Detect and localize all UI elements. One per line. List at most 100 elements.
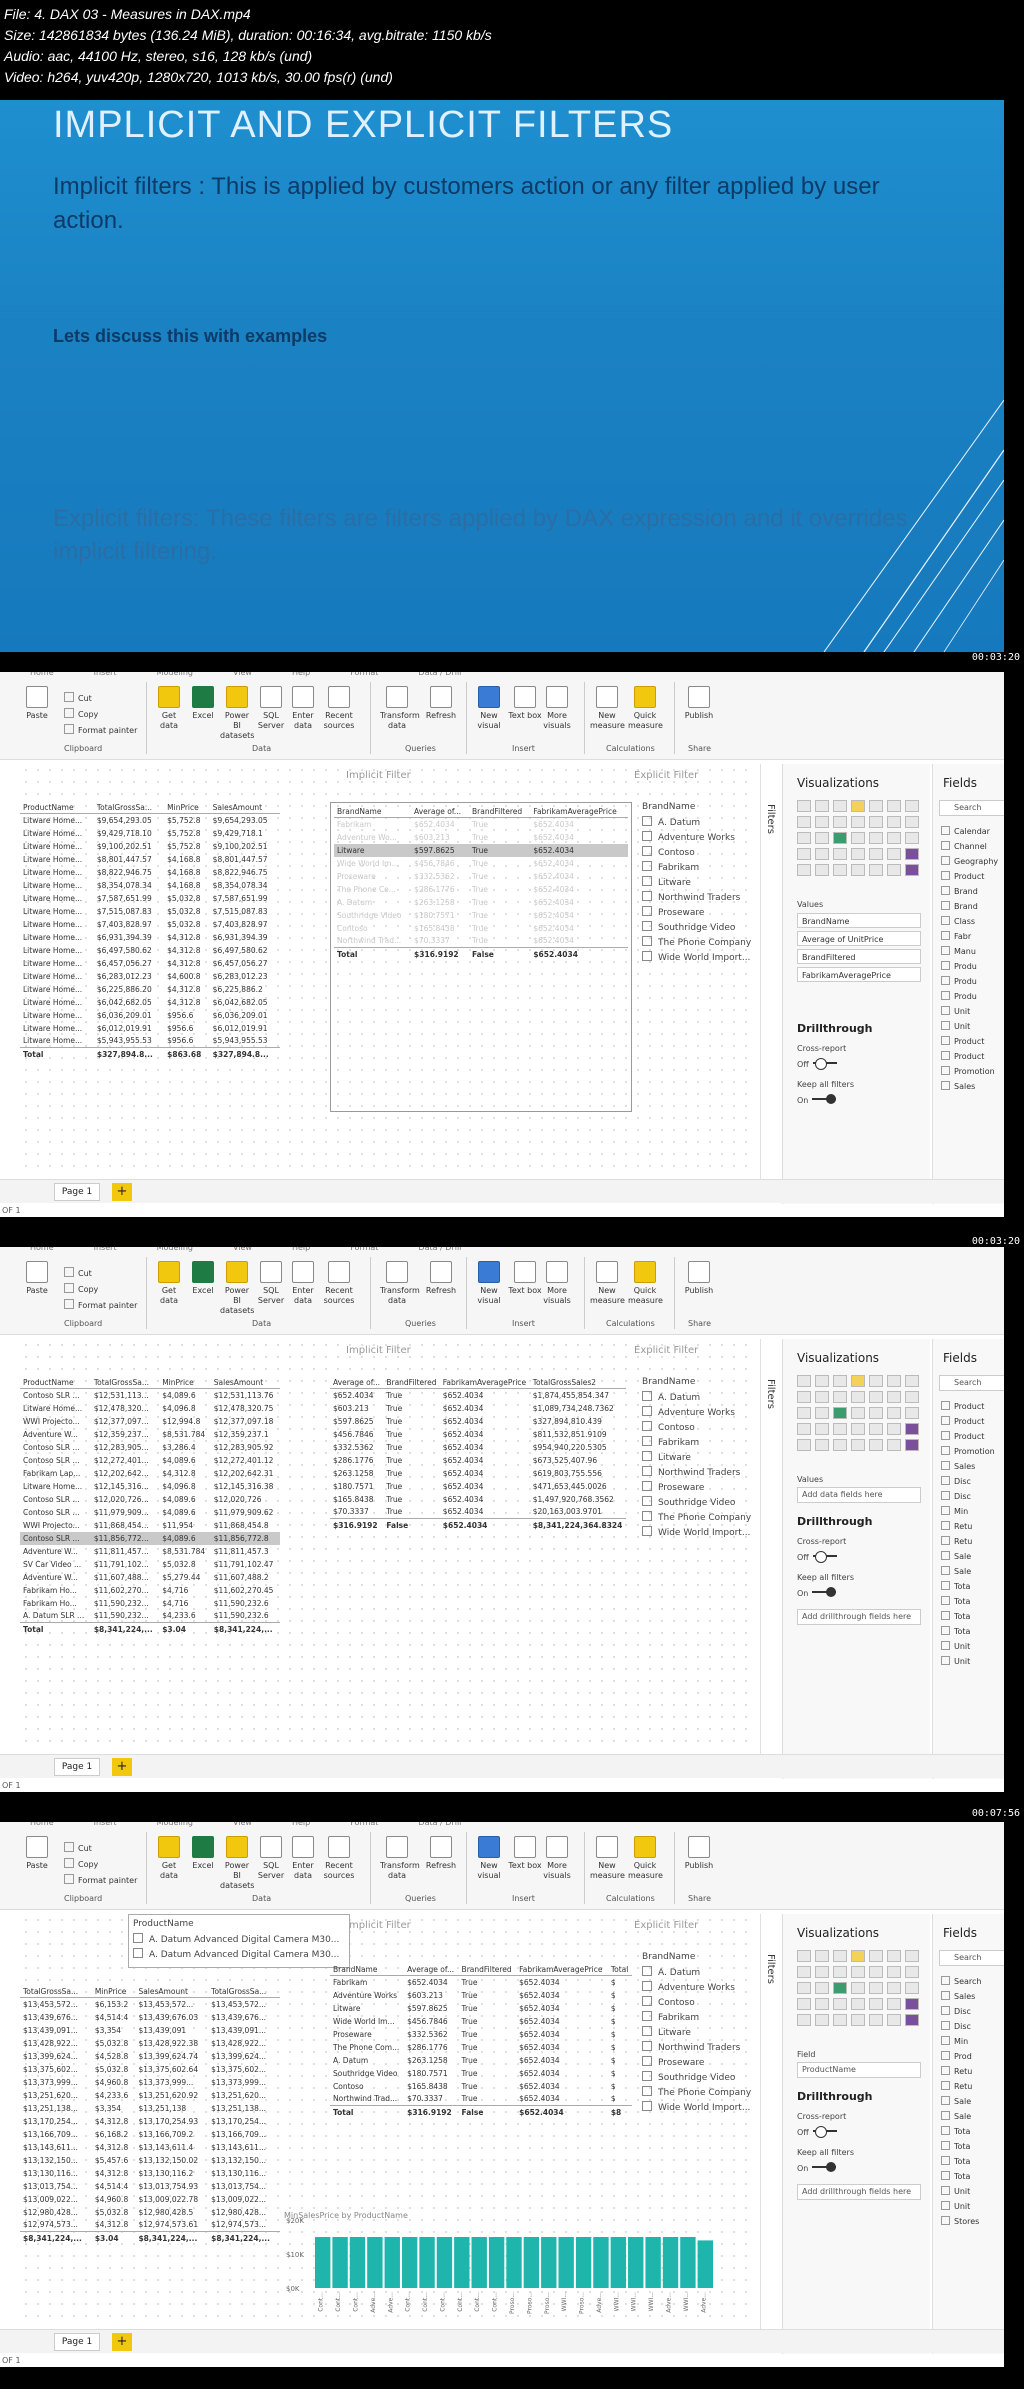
ribbon-tab[interactable]: View	[233, 1247, 252, 1252]
add-data-fields-box[interactable]: Add data fields here	[797, 1487, 921, 1503]
cut-button[interactable]: Cut	[64, 692, 92, 703]
chart-bar[interactable]	[593, 2237, 609, 2288]
slicer-item[interactable]: Litware	[642, 2026, 751, 2041]
add-drillthrough-box[interactable]: Add drillthrough fields here	[797, 2184, 921, 2200]
field-item[interactable]: Promotion	[941, 1064, 998, 1079]
field-item[interactable]: Search	[941, 1974, 981, 1989]
field-item[interactable]: Produ	[941, 989, 998, 1004]
format-painter-button[interactable]: Format painter	[64, 1874, 137, 1885]
chart-bar[interactable]	[401, 2237, 418, 2288]
filters-pane-collapsed[interactable]: Filters	[760, 1914, 780, 2334]
table-row[interactable]: $456.7846 True $652.4034 $811,532,851.9109	[330, 1428, 626, 1441]
field-item[interactable]: Unit	[941, 1639, 995, 1654]
table-row[interactable]: Litware Home... $6,036,209.01 $956.6 $6,036…	[20, 1009, 280, 1022]
add-page-button[interactable]: +	[112, 1758, 132, 1776]
visual-type-icon[interactable]	[905, 800, 919, 812]
field-item[interactable]: Product	[941, 1429, 995, 1444]
column-header[interactable]: FabrikamAveragePrice	[439, 1377, 530, 1389]
field-item[interactable]: Disc	[941, 1489, 995, 1504]
table-row[interactable]: A. Datum $263.1258 True $652.4034	[334, 896, 628, 909]
slicer-item[interactable]: Adventure Works	[642, 1981, 751, 1996]
visual-type-icon[interactable]	[833, 800, 847, 812]
visual-type-icon[interactable]	[905, 2014, 919, 2026]
more-visuals-button[interactable]: More visuals	[540, 1261, 574, 1306]
table-row[interactable]: $13,009,022... $4,960.8 $13,009,022.78 $13,…	[20, 2193, 280, 2206]
visual-type-icon[interactable]	[905, 1982, 919, 1994]
field-item[interactable]: Tota	[941, 1594, 995, 1609]
field-item[interactable]: Retu	[941, 1534, 995, 1549]
column-header[interactable]: BrandName	[330, 1964, 405, 1976]
chart-bar[interactable]	[488, 2237, 505, 2288]
visual-type-icon[interactable]	[797, 816, 811, 828]
ribbon-tab[interactable]: Insert	[94, 1822, 117, 1827]
field-item[interactable]: Retu	[941, 2079, 981, 2094]
field-item[interactable]: Product	[941, 1414, 995, 1429]
visual-type-icon[interactable]	[887, 1982, 901, 1994]
table-row[interactable]: $332.5362 True $652.4034 $954,940,220.5305	[330, 1441, 626, 1454]
field-item[interactable]: Sales	[941, 1989, 981, 2004]
slicer-item[interactable]: Proseware	[642, 906, 751, 921]
table-row[interactable]: Litware Home... $6,497,580.62 $4,312.8 $6,4…	[20, 944, 280, 957]
field-item[interactable]: Unit	[941, 2184, 981, 2199]
slicer-item[interactable]: Southridge Video	[642, 2071, 751, 2086]
chart-bar[interactable]	[367, 2237, 383, 2288]
table-row[interactable]: $13,428,922... $5,032.8 $13,428,922.38 $13,…	[20, 2037, 280, 2050]
visual-type-icon[interactable]	[851, 800, 865, 812]
table-row[interactable]: $13,375,602... $5,032.8 $13,375,602.64 $13,…	[20, 2063, 280, 2076]
table-row[interactable]: WWI Projecto... $12,377,097... $12,994.8 $1…	[20, 1415, 280, 1428]
chart-bar[interactable]	[384, 2237, 400, 2288]
visual-type-icon[interactable]	[815, 1375, 829, 1387]
min-sales-price-bar-chart[interactable]: MinSalesPrice by ProductName$0K$10K$20KC…	[284, 2210, 724, 2330]
field-item[interactable]: Min	[941, 2034, 981, 2049]
slicer-item[interactable]: Litware	[642, 876, 751, 891]
slicer-item[interactable]: Adventure Works	[642, 831, 751, 846]
visual-type-icon[interactable]	[869, 1407, 883, 1419]
table-row[interactable]: The Phone Com... $286.1776 True $652.4034 $	[330, 2041, 632, 2054]
ribbon-tab[interactable]: View	[233, 672, 252, 677]
ribbon-tab[interactable]: Format	[350, 1822, 378, 1827]
visual-type-icon[interactable]	[869, 800, 883, 812]
table-row[interactable]: $70.3337 True $652.4034 $20,163,003.9701	[330, 1506, 626, 1519]
toggle-switch[interactable]	[812, 1094, 837, 1104]
new-measure-button[interactable]: New measure	[590, 686, 625, 731]
visual-type-icon[interactable]	[869, 816, 883, 828]
table-row[interactable]: Litware Home... $6,012,019.91 $956.6 $6,012…	[20, 1022, 280, 1035]
column-header[interactable]: ProductName	[20, 802, 94, 814]
table-row[interactable]: $13,013,754... $4,514.4 $13,013,754.93 $13,…	[20, 2180, 280, 2193]
more-visuals-button[interactable]: More visuals	[540, 686, 574, 731]
table-row[interactable]: Proseware $332.5362 True $652.4034 $	[330, 2028, 632, 2041]
field-item[interactable]: Produ	[941, 959, 998, 974]
column-header[interactable]: FabrikamAveragePrice	[530, 806, 628, 818]
visual-type-icon[interactable]	[797, 2014, 811, 2026]
visual-type-icon[interactable]	[797, 1439, 811, 1451]
fields-search-input[interactable]: Search	[939, 1950, 1004, 1966]
table-row[interactable]: Adventure W... $12,359,237... $8,531.784 $1…	[20, 1428, 280, 1441]
table-row[interactable]: Contoso SLR ... $12,020,726... $4,089.6 $12…	[20, 1493, 280, 1506]
add-page-button[interactable]: +	[112, 1183, 132, 1201]
column-header[interactable]: TotalGrossSa...	[93, 802, 165, 814]
slicer-item[interactable]: A. Datum	[642, 1966, 751, 1981]
table-row[interactable]: Litware Home... $9,654,293.05 $5,752.8 $9,6…	[20, 814, 280, 827]
field-well-item[interactable]: Average of UnitPrice	[797, 931, 921, 946]
table-row[interactable]: Contoso SLR ... $11,979,909... $4,089.6 $11…	[20, 1506, 280, 1519]
field-item[interactable]: Unit	[941, 1654, 995, 1669]
field-item[interactable]: Produ	[941, 974, 998, 989]
table-row[interactable]: Contoso SLR ... $12,283,905... $3,286.4 $12…	[20, 1441, 280, 1454]
table-row[interactable]: Litware Home... $6,042,682.05 $4,312.8 $6,0…	[20, 996, 280, 1009]
excel-button[interactable]: Excel	[186, 1261, 220, 1296]
table-row[interactable]: Litware Home... $7,587,651.99 $5,032.8 $7,5…	[20, 892, 280, 905]
table-row[interactable]: $13,399,624... $4,528.8 $13,399,624.74 $13,…	[20, 2050, 280, 2063]
visual-type-icon[interactable]	[815, 816, 829, 828]
sql-server-button[interactable]: SQL Server	[254, 686, 288, 731]
keep-filters-toggle[interactable]: On	[797, 1587, 837, 1598]
table-row[interactable]: Wide World Im... $456.7846 True $652.4034	[334, 857, 628, 870]
ribbon-tab[interactable]: View	[233, 1822, 252, 1827]
ribbon-tab[interactable]: Insert	[94, 1247, 117, 1252]
visual-type-icon[interactable]	[833, 832, 847, 844]
visual-type-icon[interactable]	[797, 1966, 811, 1978]
column-header[interactable]: ProductName	[20, 1377, 91, 1389]
visual-type-icon[interactable]	[887, 1423, 901, 1435]
add-page-button[interactable]: +	[112, 2333, 132, 2351]
table-row[interactable]: Litware Home... $12,145,316... $4,096.8 $12…	[20, 1480, 280, 1493]
column-header[interactable]: SalesAmount	[209, 802, 280, 814]
